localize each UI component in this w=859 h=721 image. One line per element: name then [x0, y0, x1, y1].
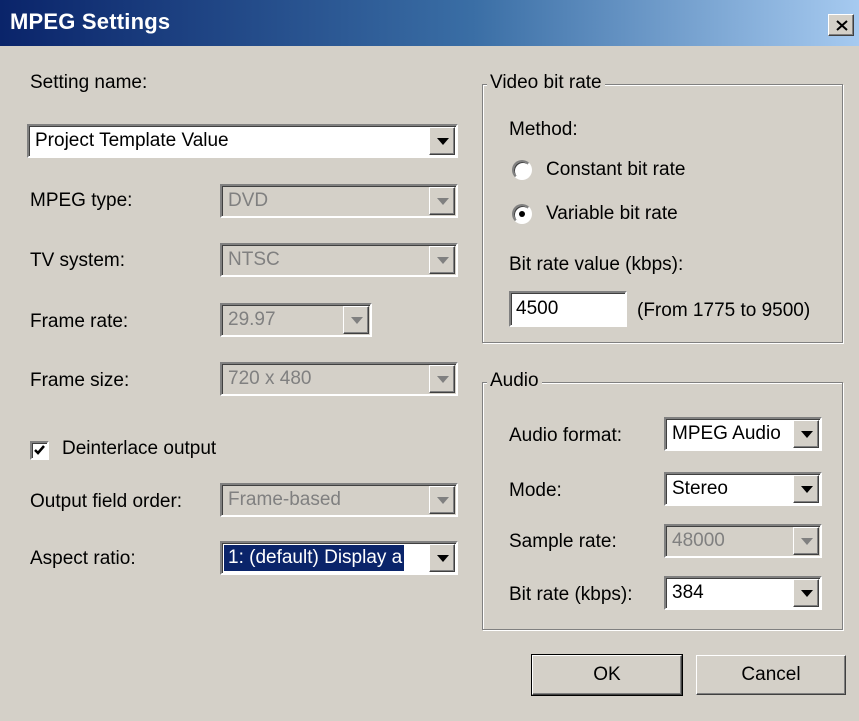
- method-label: Method:: [509, 119, 578, 140]
- setting-name-label: Setting name:: [30, 72, 148, 93]
- variable-bitrate-radio[interactable]: [512, 204, 532, 224]
- tv-system-label: TV system:: [30, 250, 126, 271]
- sample-rate-dropdown: 48000: [664, 524, 822, 558]
- audio-format-label: Audio format:: [509, 425, 622, 446]
- tv-system-value: NTSC: [228, 249, 280, 270]
- tv-system-dropdown: NTSC: [220, 243, 458, 277]
- mode-label: Mode:: [509, 480, 562, 501]
- constant-bitrate-radio[interactable]: [512, 160, 532, 180]
- setting-name-dropdown[interactable]: Project Template Value: [27, 124, 458, 158]
- audio-group-title: Audio: [487, 370, 542, 392]
- bitrate-range-text: (From 1775 to 9500): [637, 300, 811, 321]
- close-icon: [836, 20, 848, 31]
- chevron-down-icon: [437, 555, 449, 562]
- mode-dropdown[interactable]: Stereo: [664, 472, 822, 506]
- radio-selected-dot: [519, 211, 525, 217]
- dropdown-button: [429, 187, 455, 215]
- chevron-down-icon: [437, 376, 449, 383]
- bitrate-value-text: 4500: [516, 298, 559, 319]
- dropdown-button[interactable]: [793, 475, 819, 503]
- dropdown-button[interactable]: [429, 127, 455, 155]
- mpeg-type-label: MPEG type:: [30, 190, 133, 211]
- mpeg-type-value: DVD: [228, 190, 269, 211]
- chevron-down-icon: [437, 198, 449, 205]
- frame-size-label: Frame size:: [30, 370, 130, 391]
- deinterlace-label[interactable]: Deinterlace output: [62, 438, 216, 460]
- chevron-down-icon: [351, 317, 363, 324]
- chevron-down-icon: [801, 590, 813, 597]
- dropdown-button: [429, 246, 455, 274]
- setting-name-value: Project Template Value: [35, 130, 229, 151]
- aspect-ratio-value: 1: (default) Display a: [223, 544, 405, 572]
- audio-bitrate-dropdown[interactable]: 384: [664, 576, 822, 610]
- dropdown-button: [429, 486, 455, 514]
- mode-value: Stereo: [672, 478, 728, 499]
- chevron-down-icon: [801, 431, 813, 438]
- output-field-order-value: Frame-based: [228, 489, 341, 510]
- audio-bitrate-value: 384: [672, 582, 704, 603]
- chevron-down-icon: [801, 538, 813, 545]
- bitrate-value-label: Bit rate value (kbps):: [509, 254, 684, 275]
- dropdown-button: [429, 365, 455, 393]
- dropdown-button: [343, 306, 369, 334]
- audio-bitrate-label: Bit rate (kbps):: [509, 584, 633, 605]
- mpeg-settings-dialog: MPEG Settings Setting name: Project Temp…: [0, 0, 859, 721]
- frame-rate-dropdown: 29.97: [220, 303, 372, 337]
- chevron-down-icon: [437, 257, 449, 264]
- dropdown-button[interactable]: [793, 420, 819, 448]
- dropdown-button[interactable]: [429, 544, 455, 572]
- constant-bitrate-label[interactable]: Constant bit rate: [546, 159, 685, 181]
- audio-format-dropdown[interactable]: MPEG Audio: [664, 417, 822, 451]
- cancel-button[interactable]: Cancel: [696, 655, 846, 695]
- variable-bitrate-label[interactable]: Variable bit rate: [546, 203, 678, 225]
- audio-format-value: MPEG Audio: [672, 423, 781, 444]
- dropdown-button: [793, 527, 819, 555]
- aspect-ratio-dropdown[interactable]: 1: (default) Display a: [220, 541, 458, 575]
- deinterlace-checkbox[interactable]: [30, 441, 49, 460]
- bitrate-value-input[interactable]: 4500: [509, 291, 627, 327]
- ok-button[interactable]: OK: [531, 654, 683, 696]
- frame-size-value: 720 x 480: [228, 368, 312, 389]
- sample-rate-value: 48000: [672, 530, 725, 551]
- frame-rate-label: Frame rate:: [30, 311, 129, 332]
- frame-size-dropdown: 720 x 480: [220, 362, 458, 396]
- aspect-ratio-label: Aspect ratio:: [30, 548, 136, 569]
- video-bitrate-group-title: Video bit rate: [487, 72, 605, 94]
- chevron-down-icon: [801, 486, 813, 493]
- close-button[interactable]: [828, 14, 854, 36]
- frame-rate-value: 29.97: [228, 309, 276, 330]
- output-field-order-label: Output field order:: [30, 491, 183, 512]
- mpeg-type-dropdown: DVD: [220, 184, 458, 218]
- chevron-down-icon: [437, 138, 449, 145]
- dropdown-button[interactable]: [793, 579, 819, 607]
- output-field-order-dropdown: Frame-based: [220, 483, 458, 517]
- check-icon: [34, 445, 45, 455]
- sample-rate-label: Sample rate:: [509, 531, 617, 552]
- window-title: MPEG Settings: [10, 9, 171, 34]
- title-bar[interactable]: MPEG Settings: [0, 0, 859, 46]
- chevron-down-icon: [437, 497, 449, 504]
